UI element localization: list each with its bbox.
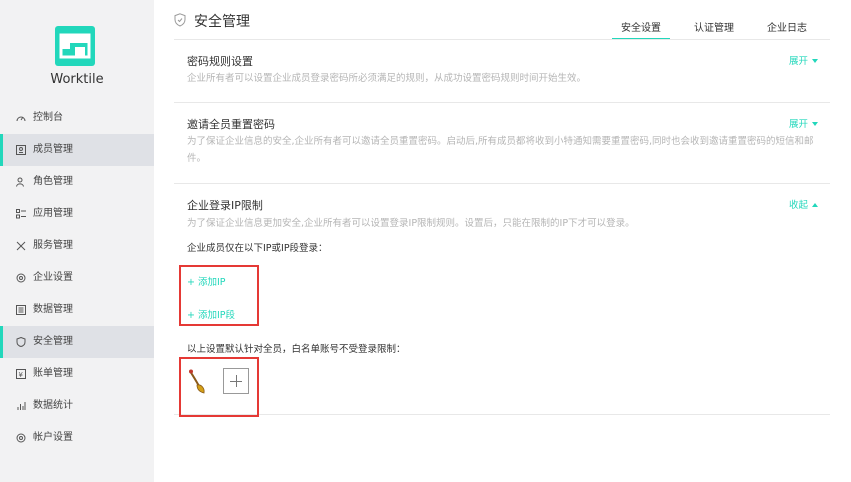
expand-toggle[interactable]: 展开 xyxy=(789,53,818,67)
sidebar-item-security[interactable]: 安全管理 xyxy=(0,326,154,358)
sidebar-item-members[interactable]: 成员管理 xyxy=(0,134,154,166)
password-rules-section: 密码规则设置 企业所有者可以设置企业成员登录密码所必须满足的规则，从成功设置密码… xyxy=(174,40,830,103)
sidebar-item-label: 数据管理 xyxy=(33,304,73,315)
ip-restriction-section: 企业登录IP限制 为了保证企业信息更加安全,企业所有者可以设置登录IP限制规则。… xyxy=(174,184,830,415)
shield-icon xyxy=(16,337,26,347)
sidebar-item-label: 角色管理 xyxy=(33,176,73,187)
sidebar-item-label: 账单管理 xyxy=(33,368,73,379)
section-title: 邀请全员重置密码 xyxy=(187,118,275,131)
section-title: 企业登录IP限制 xyxy=(187,199,263,212)
database-icon xyxy=(16,305,26,315)
member-card-icon xyxy=(16,145,26,155)
sidebar-item-label: 安全管理 xyxy=(33,336,73,347)
toggle-label: 收起 xyxy=(788,200,808,211)
caret-down-icon xyxy=(812,59,818,63)
role-icon xyxy=(16,177,24,187)
ip-allow-label: 企业成员仅在以下IP或IP段登录： xyxy=(187,243,328,254)
tab-company-log[interactable]: 企业日志 xyxy=(758,12,816,40)
toggle-label: 展开 xyxy=(788,56,808,67)
whitelist-label: 以上设置默认针对全员，白名单账号不受登录限制： xyxy=(187,344,406,355)
section-title: 密码规则设置 xyxy=(187,55,253,68)
sidebar-item-label: 应用管理 xyxy=(33,208,73,219)
sidebar-nav: 控制台 成员管理 角色管理 应用管理 服务管理 企业设置 数据管理 安全管理 ¥… xyxy=(0,102,154,454)
sidebar-item-label: 成员管理 xyxy=(33,144,73,155)
sidebar-item-company-settings[interactable]: 企业设置 xyxy=(0,262,154,294)
sidebar-item-label: 数据统计 xyxy=(33,400,73,411)
sidebar-item-roles[interactable]: 角色管理 xyxy=(0,166,154,198)
toggle-label: 展开 xyxy=(788,119,808,130)
highlight-box xyxy=(179,357,259,417)
tab-security-settings[interactable]: 安全设置 xyxy=(612,12,670,40)
bill-icon: ¥ xyxy=(16,369,26,379)
sidebar-item-label: 控制台 xyxy=(33,112,63,123)
sidebar-item-label: 帐户设置 xyxy=(33,432,73,443)
reset-password-section: 邀请全员重置密码 为了保证企业信息的安全,企业所有者可以邀请全员重置密码。启动后… xyxy=(174,103,830,184)
svg-text:¥: ¥ xyxy=(19,371,24,379)
section-description: 为了保证企业信息的安全,企业所有者可以邀请全员重置密码。启动后,所有成员都将收到… xyxy=(187,136,814,164)
account-gear-icon xyxy=(16,433,26,443)
sidebar-item-billing[interactable]: ¥ 账单管理 xyxy=(0,358,154,390)
sidebar-item-label: 企业设置 xyxy=(33,272,73,283)
main-panel: 安全管理 安全设置 认证管理 企业日志 密码规则设置 企业所有者可以设置企业成员… xyxy=(154,0,851,482)
tab-auth-management[interactable]: 认证管理 xyxy=(685,12,743,40)
sidebar-item-statistics[interactable]: 数据统计 xyxy=(0,390,154,422)
section-description: 为了保证企业信息更加安全,企业所有者可以设置登录IP限制规则。设置后，只能在限制… xyxy=(187,218,635,229)
section-description: 企业所有者可以设置企业成员登录密码所必须满足的规则，从成功设置密码规则时间开始生… xyxy=(187,73,587,84)
sidebar-item-apps[interactable]: 应用管理 xyxy=(0,198,154,230)
brand-name: Worktile xyxy=(50,72,104,87)
expand-toggle[interactable]: 展开 xyxy=(789,116,818,130)
tools-icon xyxy=(16,241,26,251)
sidebar-item-services[interactable]: 服务管理 xyxy=(0,230,154,262)
page-title: 安全管理 xyxy=(194,14,250,30)
sidebar-item-data[interactable]: 数据管理 xyxy=(0,294,154,326)
highlight-box xyxy=(179,265,259,326)
caret-up-icon xyxy=(812,203,818,207)
tab-bar: 安全设置 认证管理 企业日志 xyxy=(612,12,831,40)
gauge-icon xyxy=(16,116,26,122)
shield-icon xyxy=(174,13,186,27)
collapse-toggle[interactable]: 收起 xyxy=(789,197,818,211)
sidebar: Worktile 控制台 成员管理 角色管理 应用管理 服务管理 企业设置 数据 xyxy=(0,0,154,482)
apps-icon xyxy=(16,209,26,219)
caret-down-icon xyxy=(812,122,818,126)
worktile-logo xyxy=(55,26,95,66)
sidebar-item-label: 服务管理 xyxy=(33,240,73,251)
gear-icon xyxy=(16,273,26,283)
sidebar-item-dashboard[interactable]: 控制台 xyxy=(0,102,154,134)
chart-icon xyxy=(17,402,26,410)
sidebar-item-account[interactable]: 帐户设置 xyxy=(0,422,154,454)
